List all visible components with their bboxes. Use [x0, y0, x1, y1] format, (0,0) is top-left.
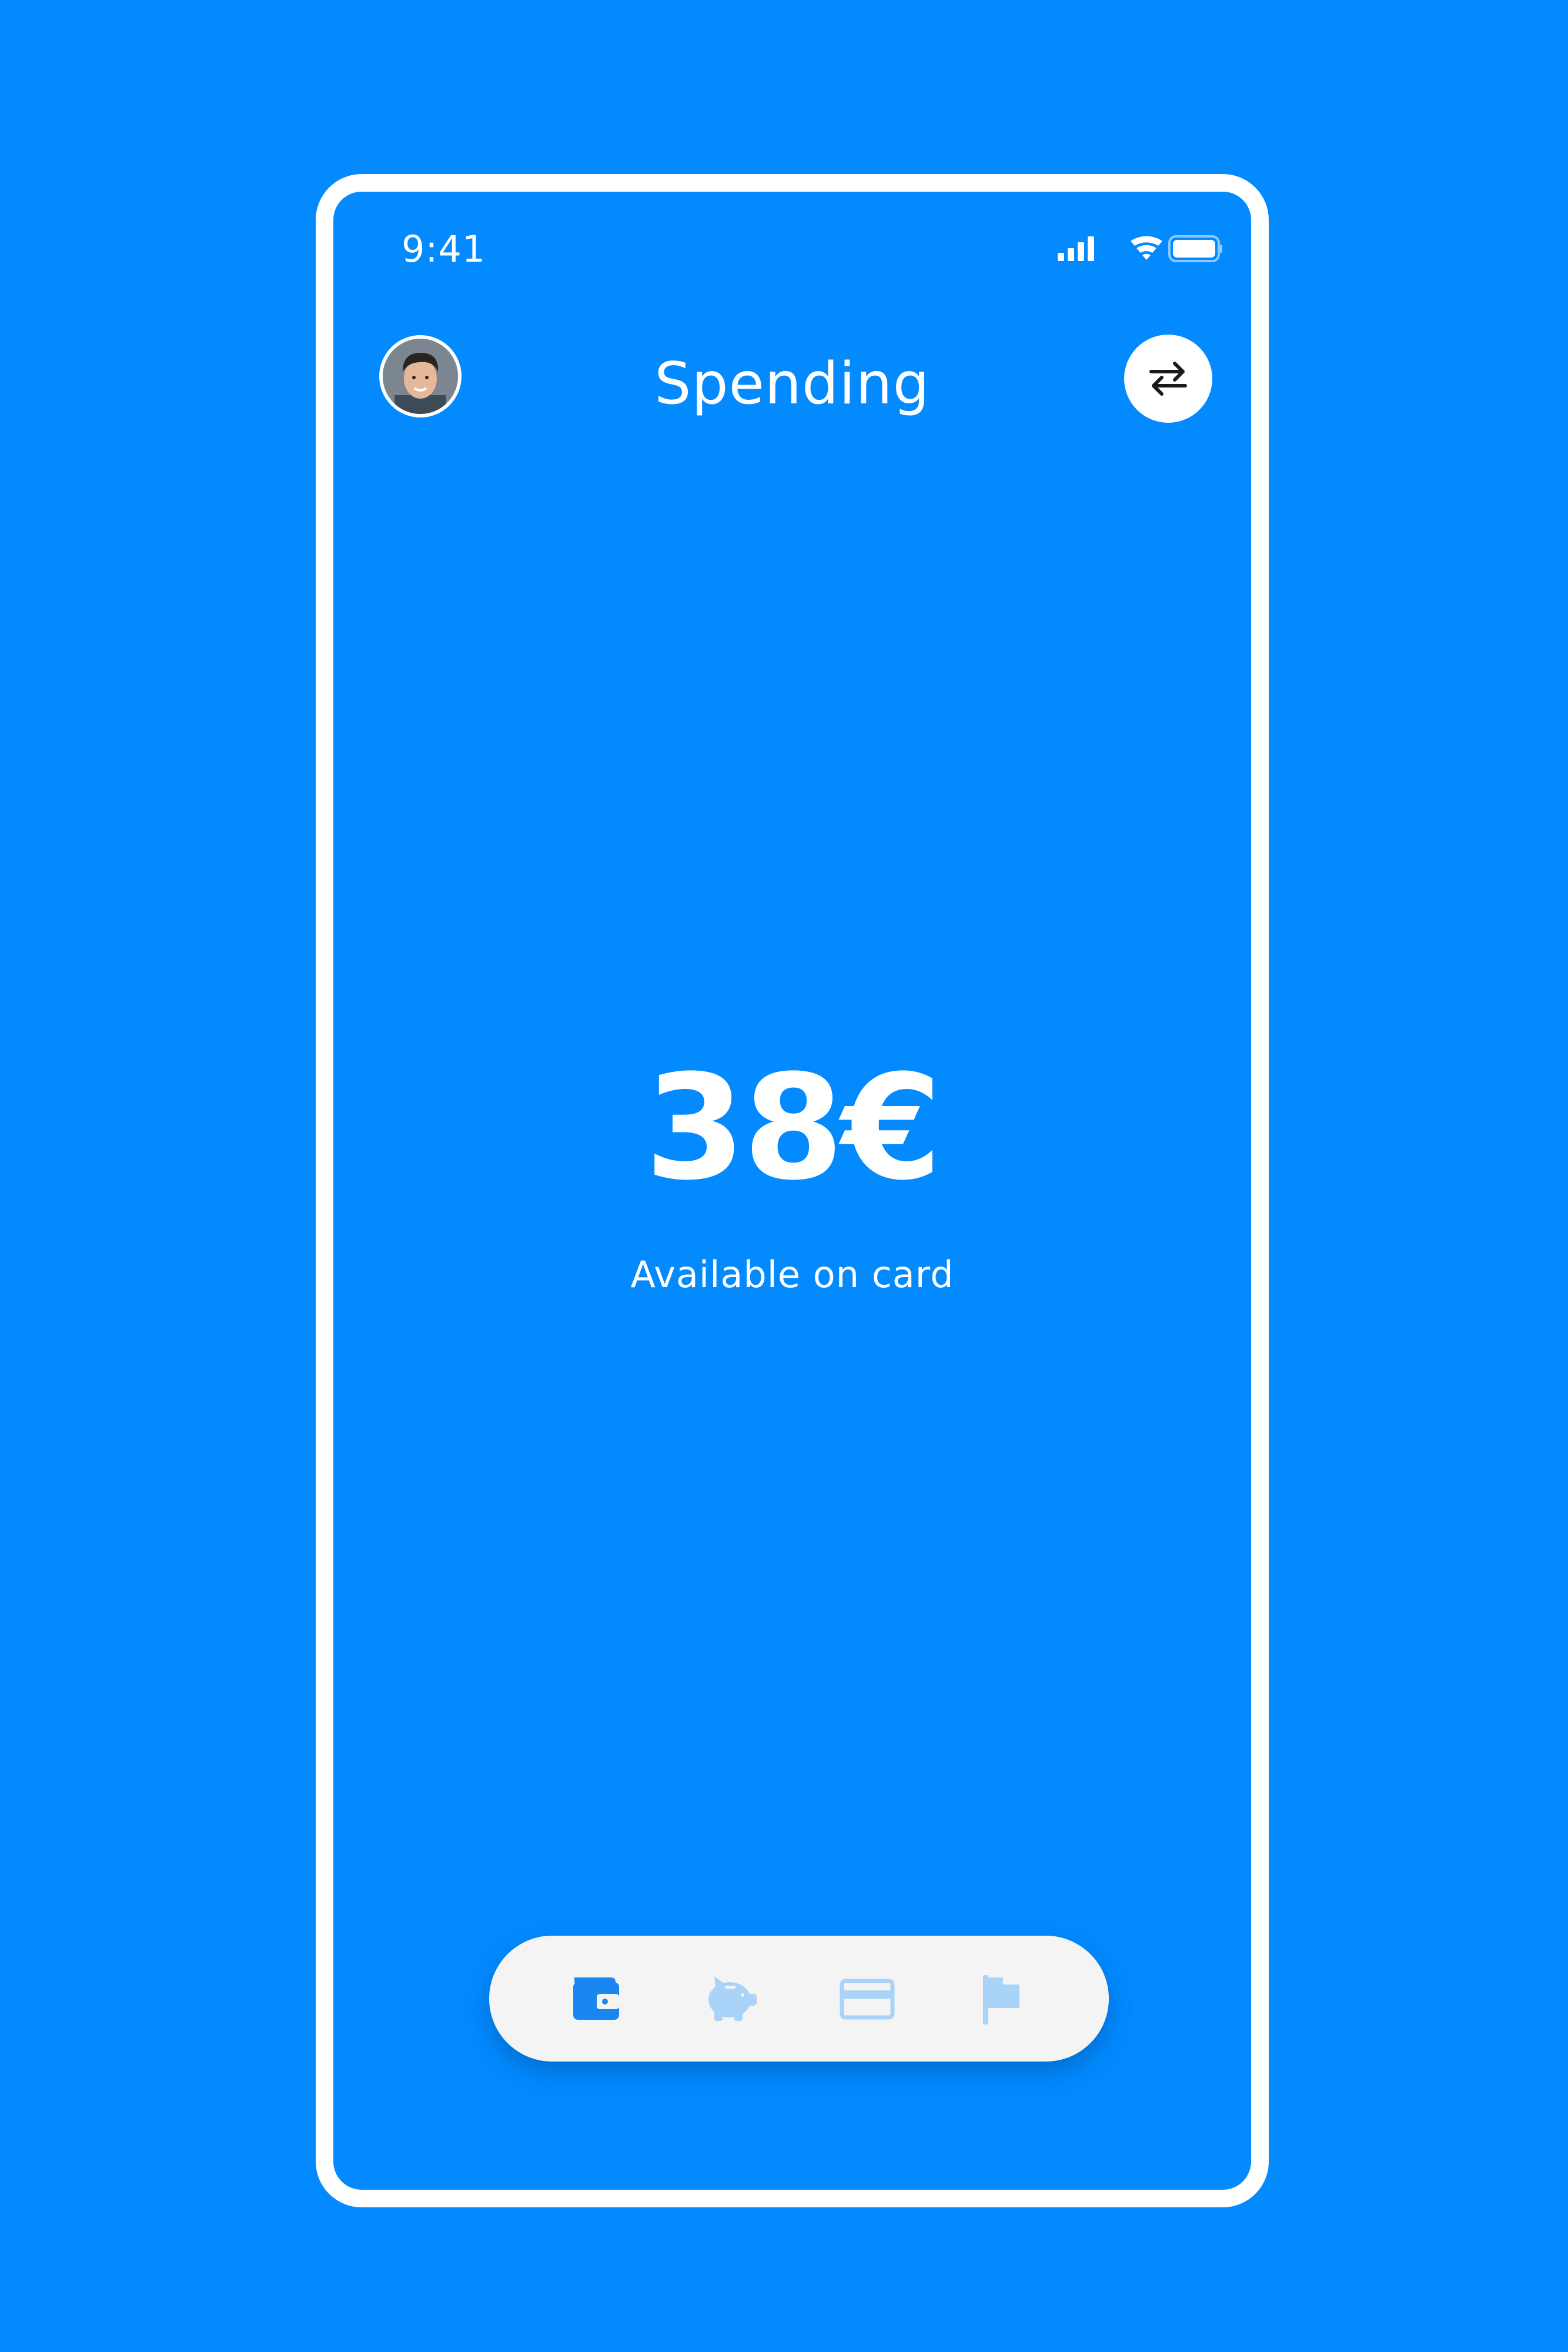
- flag-icon: [983, 1975, 1019, 2024]
- cellular-signal-icon: [1058, 236, 1094, 261]
- tab-savings[interactable]: [701, 1969, 760, 2028]
- page-title: Spending: [654, 350, 930, 417]
- tab-goals[interactable]: [972, 1969, 1031, 2028]
- tab-wallet[interactable]: [566, 1969, 625, 2028]
- balance-label: Available on card: [630, 1253, 954, 1296]
- swap-arrows-icon: [1149, 362, 1187, 396]
- credit-card-icon: [840, 1979, 895, 2020]
- wifi-icon: [1131, 236, 1162, 260]
- balance-amount: 38€: [644, 1044, 942, 1212]
- status-icons: [1058, 235, 1222, 262]
- piggy-bank-icon: [708, 1976, 757, 2021]
- phone-frame: 9:41 Spending 38€ Available on card: [316, 174, 1269, 2207]
- swap-button[interactable]: [1124, 335, 1212, 423]
- status-time: 9:41: [402, 228, 486, 270]
- tab-card[interactable]: [837, 1969, 896, 2028]
- battery-icon: [1168, 235, 1222, 262]
- tab-bar: [489, 1936, 1109, 2062]
- wallet-icon: [573, 1977, 619, 2020]
